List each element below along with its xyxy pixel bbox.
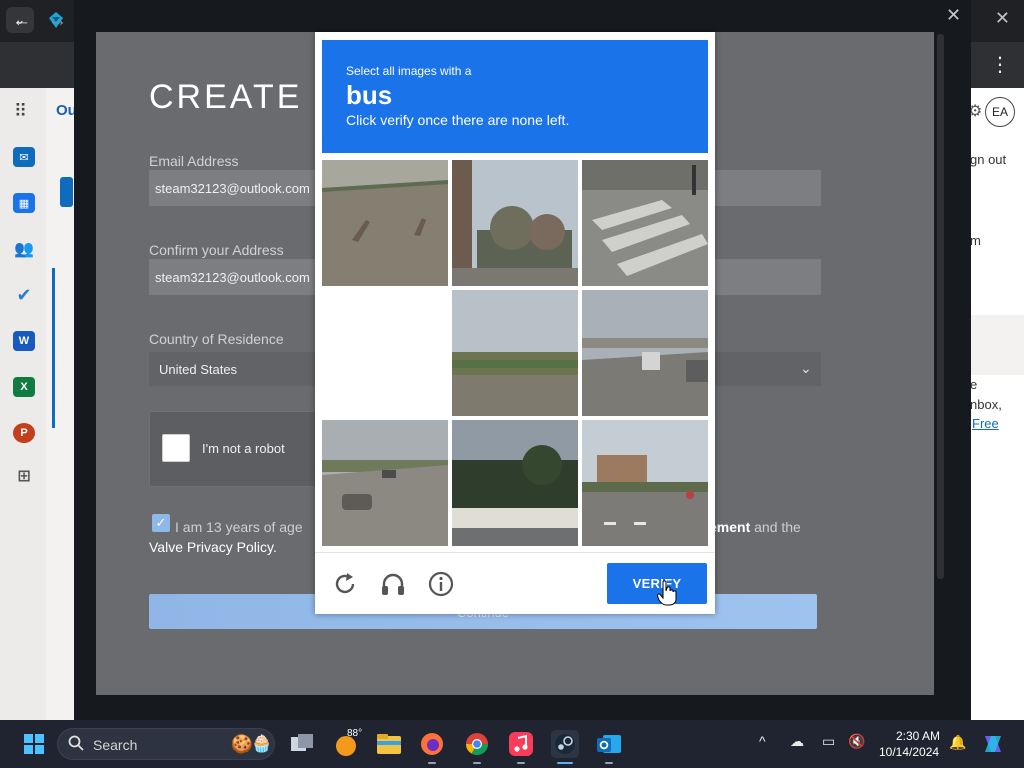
- volume-muted-icon[interactable]: 🔇: [848, 733, 865, 750]
- recaptcha-label: I'm not a robot: [202, 441, 285, 456]
- chrome-running-indicator: [473, 762, 481, 764]
- refresh-icon[interactable]: [331, 570, 359, 598]
- subscriber-agreement-link[interactable]: ement: [709, 519, 750, 535]
- age-checkbox[interactable]: ✓: [152, 514, 170, 532]
- scrollbar[interactable]: [937, 34, 944, 579]
- free-link[interactable]: Free: [972, 416, 999, 431]
- close-icon[interactable]: ✕: [946, 5, 961, 26]
- audio-challenge-icon[interactable]: [379, 570, 407, 598]
- outlook-new-icon[interactable]: [595, 730, 623, 758]
- browser-close-icon[interactable]: ✕: [995, 8, 1010, 29]
- country-label: Country of Residence: [149, 331, 284, 347]
- captcha-tile-crosswalk[interactable]: [582, 160, 708, 286]
- chrome-icon[interactable]: [463, 730, 491, 758]
- captcha-tile-intersection[interactable]: [582, 420, 708, 546]
- task-view-icon[interactable]: [288, 730, 316, 758]
- captcha-tile-building-trees[interactable]: [452, 420, 578, 546]
- right-pane-text: m: [970, 233, 981, 248]
- file-explorer-icon[interactable]: [375, 730, 403, 758]
- firefox-running-indicator: [428, 762, 436, 764]
- avatar[interactable]: EA: [985, 97, 1015, 127]
- mail-icon[interactable]: ✉: [13, 147, 35, 167]
- captcha-footer-divider: [315, 552, 715, 553]
- clock-date[interactable]: 10/14/2024: [879, 745, 939, 759]
- message-list-accent: [52, 268, 55, 428]
- calendar-icon[interactable]: ▦: [13, 193, 35, 213]
- captcha-tile-trees-street[interactable]: [452, 160, 578, 286]
- subscriber-agreement-text: ement and the: [709, 519, 801, 535]
- age-agreement-text: I am 13 years of age: [175, 519, 303, 535]
- email-label: Email Address: [149, 153, 239, 169]
- outlook-running-indicator: [605, 762, 613, 764]
- music-running-indicator: [517, 762, 525, 764]
- app-launcher-icon[interactable]: ⠿: [14, 101, 27, 122]
- steam-active-indicator: [557, 762, 573, 764]
- cupcake-decoration-icon: 🧁: [251, 734, 273, 753]
- back-arrow-icon[interactable]: ←: [12, 10, 31, 32]
- hand-cursor-icon: [657, 580, 677, 606]
- captcha-tile-field-road[interactable]: [452, 290, 578, 416]
- word-icon[interactable]: W: [13, 331, 35, 351]
- copilot-icon[interactable]: [979, 730, 1007, 758]
- outlook-right-divider: [971, 315, 1024, 375]
- excel-icon[interactable]: X: [13, 377, 35, 397]
- network-icon[interactable]: ▭: [822, 733, 835, 750]
- apple-music-icon[interactable]: [507, 730, 535, 758]
- todo-icon[interactable]: ✔: [13, 285, 35, 305]
- captcha-header: Select all images with a bus Click verif…: [322, 40, 708, 153]
- onedrive-offline-icon[interactable]: ☁: [790, 733, 804, 750]
- captcha-tile-blank[interactable]: [322, 290, 448, 416]
- captcha-subinstruction: Click verify once there are none left.: [346, 112, 570, 128]
- privacy-policy-link[interactable]: Valve Privacy Policy.: [149, 539, 277, 555]
- agreement-and-text: and the: [750, 519, 801, 535]
- chevron-down-icon: ⌄: [800, 360, 812, 376]
- outlook-app-rail: [0, 88, 46, 720]
- captcha-instruction: Select all images with a: [346, 64, 472, 78]
- captcha-tile-cars-highway[interactable]: [322, 420, 448, 546]
- page-title: CREATE Y: [149, 78, 340, 116]
- confirm-email-label: Confirm your Address: [149, 242, 284, 258]
- info-icon[interactable]: [427, 570, 455, 598]
- search-icon: [68, 735, 84, 751]
- right-pane-text: nbox,: [970, 397, 1002, 412]
- people-icon[interactable]: 👥: [13, 239, 35, 259]
- steam-icon[interactable]: [551, 730, 579, 758]
- show-hidden-icons-icon[interactable]: ^: [759, 733, 766, 749]
- selected-item-indicator: [60, 177, 73, 207]
- clock-time[interactable]: 2:30 AM: [896, 729, 940, 743]
- forward-arrow-icon[interactable]: →: [48, 10, 67, 32]
- right-pane-text: e: [970, 377, 978, 392]
- weather-temperature: 88°: [347, 728, 363, 739]
- windows-start-icon[interactable]: [20, 730, 48, 758]
- powerpoint-icon[interactable]: P: [13, 423, 35, 443]
- search-label: Search: [93, 737, 138, 753]
- captcha-tile-road[interactable]: [322, 160, 448, 286]
- sign-out-text[interactable]: gn out: [970, 152, 1006, 167]
- captcha-tile-bus-highway[interactable]: [582, 290, 708, 416]
- firefox-icon[interactable]: [418, 730, 446, 758]
- captcha-target-word: bus: [346, 80, 393, 110]
- notification-bell-icon[interactable]: 🔔: [949, 734, 966, 751]
- browser-menu-icon[interactable]: ⋮: [990, 52, 1010, 77]
- recaptcha-checkbox[interactable]: [162, 434, 190, 462]
- more-apps-icon[interactable]: ⊞: [13, 466, 35, 486]
